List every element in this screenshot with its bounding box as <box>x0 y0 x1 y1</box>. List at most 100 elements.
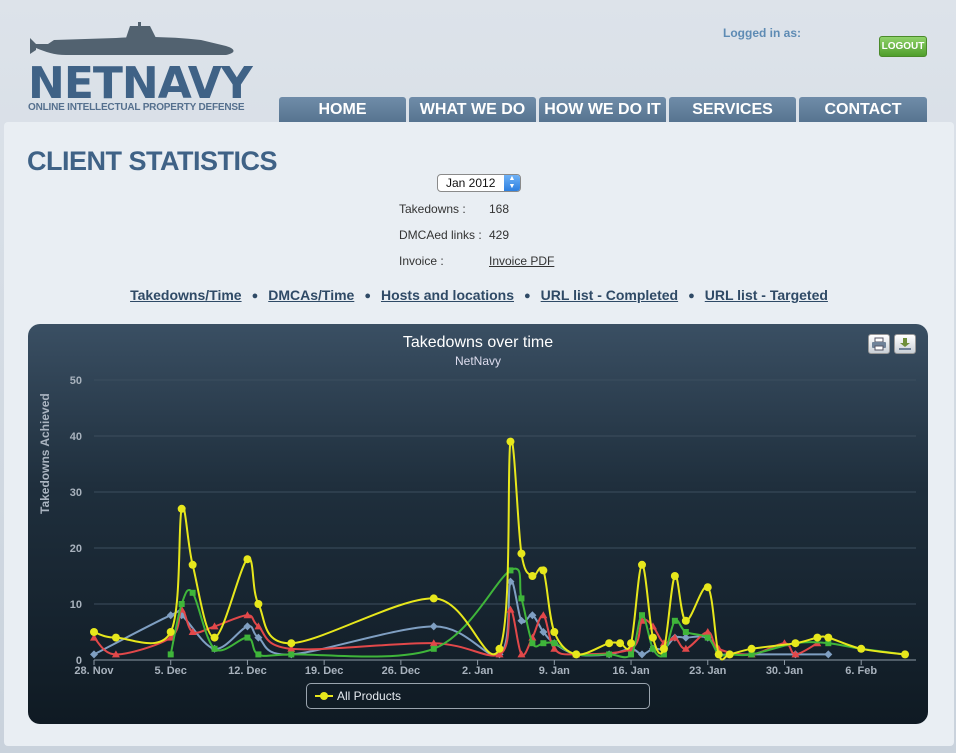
tab-dmcas-time[interactable]: DMCAs/Time <box>268 287 354 303</box>
main-nav: HOME WHAT WE DO HOW WE DO IT SERVICES CO… <box>279 97 927 123</box>
data-point <box>572 650 581 659</box>
content-panel: CLIENT STATISTICS Jan 2012 ▲ ▼ Takedowns … <box>4 122 954 746</box>
dmca-stat: DMCAed links : 429 <box>399 228 509 242</box>
data-point <box>243 622 252 631</box>
chart-legend[interactable]: All Products <box>306 683 650 709</box>
nav-home[interactable]: HOME <box>279 97 406 123</box>
data-point <box>659 644 668 653</box>
tab-separator: ● <box>524 290 531 302</box>
data-point <box>188 560 197 569</box>
y-tick-label: 20 <box>70 543 82 555</box>
data-point <box>287 639 296 648</box>
header: NETNAVY ONLINE INTELLECTUAL PROPERTY DEF… <box>0 0 956 125</box>
data-point <box>638 560 646 569</box>
export-button[interactable] <box>894 334 916 354</box>
data-point <box>111 633 120 642</box>
invoice-pdf-link[interactable]: Invoice PDF <box>489 254 554 268</box>
data-point <box>725 650 734 659</box>
data-point <box>606 651 613 658</box>
data-point <box>703 628 712 635</box>
select-arrows-icon: ▲ ▼ <box>504 175 520 191</box>
nav-contact[interactable]: CONTACT <box>799 97 927 123</box>
data-point <box>628 651 635 658</box>
data-point <box>616 639 625 648</box>
data-point <box>824 633 833 642</box>
data-point <box>529 640 536 647</box>
data-point <box>704 634 711 641</box>
y-tick-label: 10 <box>70 599 82 611</box>
data-point <box>517 616 526 625</box>
data-point <box>506 437 515 446</box>
tab-separator: ● <box>688 290 695 302</box>
data-point <box>211 645 218 652</box>
data-point <box>703 583 712 592</box>
tab-takedowns-time[interactable]: Takedowns/Time <box>130 287 242 303</box>
data-point <box>714 650 723 659</box>
data-point <box>517 549 526 558</box>
x-tick-label: 26. Dec <box>382 665 421 677</box>
data-point <box>539 611 548 619</box>
data-point <box>244 634 251 641</box>
data-point <box>429 622 438 631</box>
x-tick-label: 2. Jan <box>462 665 493 677</box>
invoice-stat: Invoice : Invoice PDF <box>399 254 554 268</box>
data-point <box>627 639 636 648</box>
logout-button[interactable]: LOGOUT <box>879 36 927 57</box>
tab-separator: ● <box>251 290 259 302</box>
logged-in-label: Logged in as: <box>723 26 801 40</box>
y-tick-label: 40 <box>70 431 82 443</box>
netnavy-logo[interactable]: NETNAVY ONLINE INTELLECTUAL PROPERTY DEF… <box>26 22 266 117</box>
data-point <box>638 650 646 659</box>
data-point <box>189 589 196 596</box>
x-tick-label: 6. Feb <box>845 665 877 677</box>
tab-url-list-targeted[interactable]: URL list - Targeted <box>705 287 828 303</box>
data-point <box>528 572 537 580</box>
takedowns-label: Takedowns : <box>399 202 466 216</box>
data-point <box>670 572 679 580</box>
nav-how-we-do-it[interactable]: HOW WE DO IT <box>539 97 666 123</box>
data-point <box>648 633 657 642</box>
tab-url-list-completed[interactable]: URL list - Completed <box>541 287 678 303</box>
chart-title: Takedowns over time <box>402 334 554 351</box>
chart-plot: 0102030405028. Nov 5. Dec 12. Dec 19. Dec 26… <box>70 375 916 677</box>
invoice-label: Invoice : <box>399 254 444 268</box>
data-point <box>540 640 547 647</box>
nav-services[interactable]: SERVICES <box>669 97 796 123</box>
data-point <box>429 594 438 603</box>
submarine-icon <box>30 22 234 55</box>
takedowns-chart: 0 10 20 30 40 50 28. Nov 5. Dec 12. Dec 19. Dec 26… <box>28 324 928 724</box>
data-point <box>167 651 174 658</box>
month-select[interactable]: Jan 2012 ▲ ▼ <box>437 174 521 192</box>
data-point <box>857 644 866 653</box>
nav-what-we-do[interactable]: WHAT WE DO <box>409 97 536 123</box>
data-point <box>639 612 645 619</box>
data-point <box>747 644 756 653</box>
tab-hosts-locations[interactable]: Hosts and locations <box>381 287 514 303</box>
stats-tabs: Takedowns/Time ● DMCAs/Time ● Hosts and loca… <box>4 287 954 303</box>
data-point <box>243 555 252 564</box>
data-point <box>813 633 822 642</box>
download-icon <box>899 338 911 350</box>
data-point <box>682 629 689 635</box>
dmca-value: 429 <box>489 228 510 242</box>
data-point <box>166 611 175 620</box>
y-tick-label: 50 <box>70 375 82 387</box>
data-point <box>495 644 504 653</box>
x-tick-label: 28. Nov <box>74 665 114 677</box>
takedowns-value: 168 <box>489 202 510 216</box>
page-title: CLIENT STATISTICS <box>27 146 278 176</box>
x-tick-label: 9. Jan <box>539 665 570 677</box>
data-point <box>254 600 263 608</box>
data-point <box>551 640 558 647</box>
data-point <box>791 639 800 648</box>
chart-subtitle: NetNavy <box>454 354 501 368</box>
print-button[interactable] <box>868 334 890 354</box>
data-point <box>166 628 175 636</box>
x-tick-label: 5. Dec <box>155 665 187 677</box>
x-tick-label: 12. Dec <box>228 665 267 677</box>
data-point <box>178 601 185 607</box>
data-point <box>255 651 262 658</box>
data-point <box>681 616 690 625</box>
data-point <box>550 628 559 636</box>
data-point <box>671 617 678 624</box>
